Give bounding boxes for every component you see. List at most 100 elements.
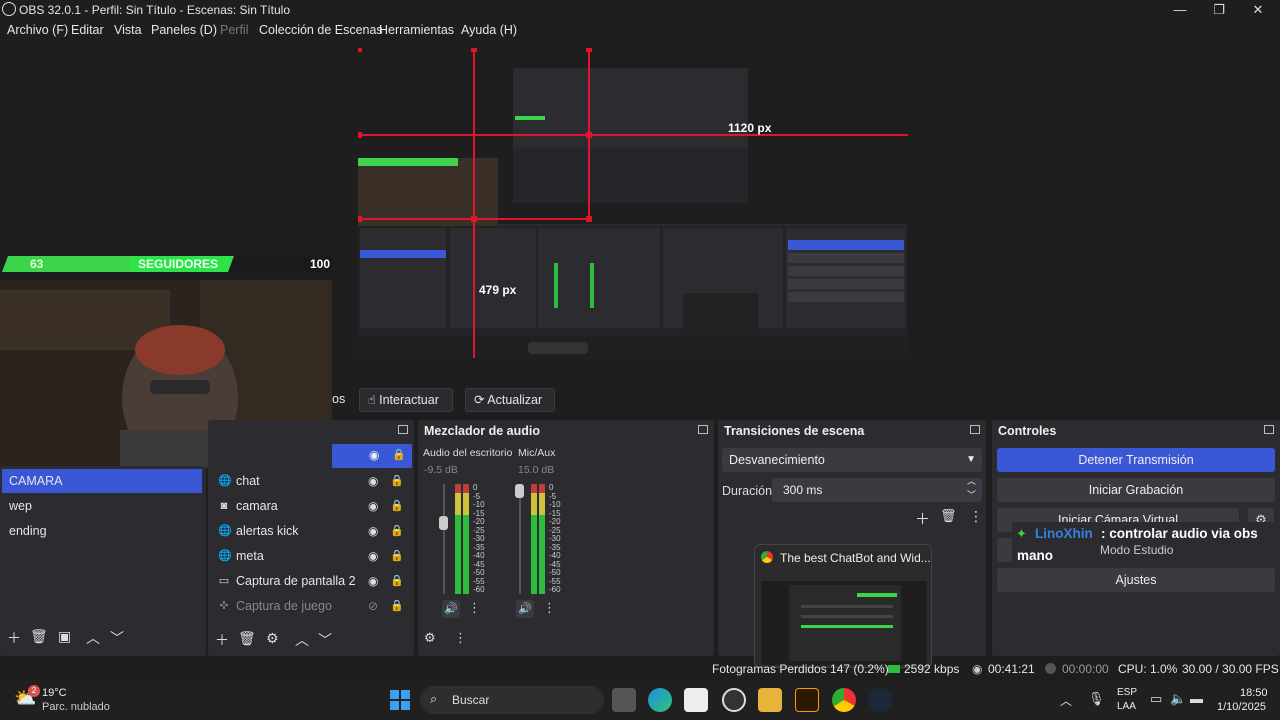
resize-handle[interactable] — [471, 48, 477, 52]
minimize-button[interactable]: — — [1160, 0, 1200, 20]
lock-icon[interactable]: 🔒 — [390, 544, 404, 568]
source-item[interactable]: 🌐 meta ◉ 🔒 — [210, 544, 410, 568]
resize-handle[interactable] — [358, 132, 362, 138]
lock-icon[interactable]: 🔒 — [390, 469, 404, 493]
edge-icon[interactable] — [648, 688, 672, 712]
channel-menu-icon[interactable]: ⋮ — [543, 600, 556, 616]
taskbar-thumbnail[interactable]: The best ChatBot and Wid... — [754, 544, 932, 668]
transition-menu-icon[interactable]: ⋮ — [969, 508, 983, 525]
clock-date[interactable]: 1/10/2025 — [1217, 701, 1266, 713]
eye-icon[interactable]: ◉ — [368, 569, 382, 593]
start-recording-button[interactable]: Iniciar Grabación — [997, 478, 1275, 502]
menu-herramientas[interactable]: Herramientas — [379, 23, 454, 37]
windows-start-icon[interactable] — [390, 690, 410, 710]
steam-icon[interactable] — [868, 688, 892, 712]
volume-slider-handle[interactable] — [439, 516, 448, 530]
tray-chevron-icon[interactable]: ︿ — [1060, 692, 1072, 709]
delete-source-icon[interactable]: 🗑 — [238, 630, 256, 647]
eye-icon[interactable]: ◉ — [368, 519, 382, 543]
menu-ayuda[interactable]: Ayuda (H) — [461, 23, 517, 37]
menu-vista[interactable]: Vista — [114, 23, 142, 37]
menu-paneles[interactable]: Paneles (D) — [151, 23, 217, 37]
store-icon[interactable] — [684, 688, 708, 712]
source-down-icon[interactable]: ﹀ — [318, 630, 332, 650]
source-item[interactable]: ✜ Captura de juego ⊘ 🔒 — [210, 594, 410, 618]
source-item[interactable]: ▭ Captura de pantalla 2 ◉ 🔒 — [210, 569, 410, 593]
source-settings-icon[interactable]: ⚙ — [266, 630, 279, 647]
illustrator-icon[interactable] — [795, 688, 819, 712]
resize-handle[interactable] — [586, 216, 592, 222]
battery-icon[interactable]: ▬ — [1190, 691, 1203, 706]
dock-popout-icon[interactable] — [1264, 425, 1274, 434]
filters-icon[interactable]: ▣ — [58, 628, 71, 645]
interact-button[interactable]: ☝ Interactuar — [359, 388, 453, 412]
dock-popout-icon[interactable] — [398, 425, 408, 434]
taskbar-search[interactable]: ⌕ Buscar — [420, 686, 604, 714]
move-up-icon[interactable]: ︿ — [86, 628, 100, 648]
menu-coleccion-escenas[interactable]: Colección de Escenas — [259, 23, 383, 37]
chrome-taskbar-icon[interactable] — [832, 688, 856, 712]
resize-handle[interactable] — [586, 132, 592, 138]
resize-handle[interactable] — [586, 48, 592, 52]
speaker-icon[interactable]: 🔊 — [442, 600, 460, 618]
add-source-icon[interactable]: ＋ — [215, 630, 229, 650]
language-secondary[interactable]: LAA — [1117, 701, 1136, 712]
language-primary[interactable]: ESP — [1117, 687, 1137, 698]
delete-transition-icon[interactable]: 🗑 — [940, 508, 957, 524]
menu-archivo[interactable]: Archivo (F) — [7, 23, 68, 37]
screen-capture-source[interactable]: 1120 px 479 px — [358, 48, 908, 358]
lock-icon[interactable]: 🔒 — [390, 594, 404, 618]
stepper-icon[interactable]: ︿ ﹀ — [967, 474, 976, 502]
source-item[interactable]: 🌐 alertas kick ◉ 🔒 — [210, 519, 410, 543]
file-explorer-icon[interactable] — [758, 688, 782, 712]
microphone-icon[interactable]: 🎙 — [1088, 691, 1105, 707]
refresh-button[interactable]: ⟳ Actualizar — [465, 388, 555, 412]
resize-handle[interactable] — [358, 48, 362, 52]
clock-time[interactable]: 18:50 — [1240, 687, 1268, 699]
lock-icon[interactable]: 🔒 — [392, 448, 406, 461]
followers-current: 63 — [30, 257, 44, 271]
properties-button-partial[interactable]: os — [332, 392, 345, 406]
maximize-button[interactable]: ❐ — [1199, 0, 1239, 20]
volume-icon[interactable]: 🔈 — [1170, 691, 1186, 707]
source-item[interactable]: ◙ camara ◉ 🔒 — [210, 494, 410, 518]
volume-slider-track[interactable] — [443, 484, 445, 594]
resize-handle[interactable] — [358, 216, 362, 222]
delete-scene-icon[interactable]: 🗑 — [30, 628, 48, 645]
mixer-menu-icon[interactable]: ⋮ — [454, 630, 467, 646]
duration-input[interactable]: 300 ms ︿ ﹀ — [772, 476, 982, 502]
eye-icon[interactable]: ◉ — [368, 544, 382, 568]
eye-icon[interactable]: ◉ — [368, 469, 382, 493]
mixer-settings-icon[interactable]: ⚙ — [424, 630, 436, 646]
move-down-icon[interactable]: ﹀ — [110, 628, 124, 648]
add-transition-icon[interactable]: ＋ — [915, 508, 930, 529]
transition-select[interactable]: Desvanecimiento ▼ — [722, 448, 982, 472]
speaker-icon[interactable]: 🔊 — [516, 600, 534, 618]
eye-icon[interactable]: ◉ — [369, 448, 379, 462]
add-scene-icon[interactable]: ＋ — [7, 628, 21, 648]
source-item[interactable]: 🌐 chat ◉ 🔒 — [210, 469, 410, 493]
menu-editar[interactable]: Editar — [71, 23, 104, 37]
close-button[interactable]: ✕ — [1238, 0, 1278, 20]
task-view-icon[interactable] — [612, 688, 636, 712]
dock-popout-icon[interactable] — [970, 425, 980, 434]
lock-icon[interactable]: 🔒 — [390, 494, 404, 518]
eye-icon[interactable]: ◉ — [368, 494, 382, 518]
dock-popout-icon[interactable] — [698, 425, 708, 434]
menu-perfil[interactable]: Perfil — [220, 23, 248, 37]
volume-slider-handle[interactable] — [515, 484, 524, 498]
obs-taskbar-icon[interactable] — [722, 688, 746, 712]
channel-menu-icon[interactable]: ⋮ — [468, 600, 481, 616]
scene-item[interactable]: ending — [2, 519, 202, 543]
lock-icon[interactable]: 🔒 — [390, 569, 404, 593]
scene-item[interactable]: wep — [2, 494, 202, 518]
stop-stream-button[interactable]: Detener Transmisión — [997, 448, 1275, 472]
volume-slider-track[interactable] — [519, 484, 521, 594]
lock-icon[interactable]: 🔒 — [390, 519, 404, 543]
eye-hidden-icon[interactable]: ⊘ — [368, 594, 382, 618]
network-icon[interactable]: ▭ — [1150, 691, 1162, 707]
source-up-icon[interactable]: ︿ — [295, 630, 309, 650]
resize-handle[interactable] — [471, 216, 477, 222]
scene-item[interactable]: CAMARA — [2, 469, 202, 493]
settings-button[interactable]: Ajustes — [997, 568, 1275, 592]
